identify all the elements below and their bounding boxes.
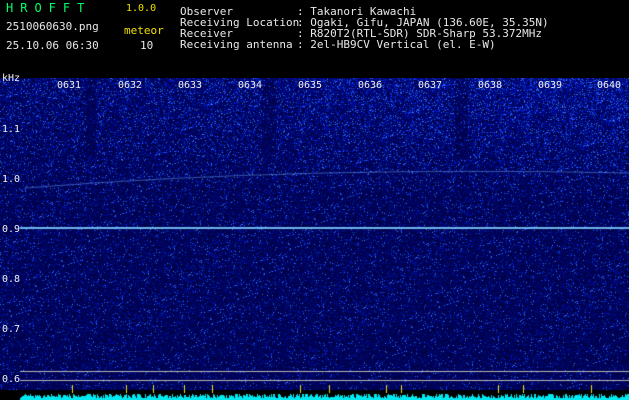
y-tick-label: 1.1 [2, 124, 21, 135]
header-panel: HROFFT 1.0.0 2510060630.png meteor 25.10… [0, 0, 629, 78]
x-tick-label: 0632 [118, 80, 143, 91]
spectrogram-canvas [0, 78, 629, 400]
antenna-label: Receiving antenna [180, 38, 293, 51]
x-tick-label: 0639 [538, 80, 563, 91]
app-name: HROFFT [6, 1, 92, 15]
x-tick-label: 0633 [178, 80, 203, 91]
y-tick-label: 1.0 [2, 174, 21, 185]
y-tick-label: 0.9 [2, 224, 21, 235]
x-tick-label: 0638 [478, 80, 503, 91]
y-tick-label: 0.8 [2, 274, 21, 285]
x-tick-label: 0635 [298, 80, 323, 91]
y-unit-label: kHz [2, 73, 21, 84]
x-tick-label: 0634 [238, 80, 263, 91]
app-version: 1.0.0 [126, 3, 157, 14]
y-tick-label: 0.6 [2, 374, 21, 385]
meteor-label: meteor [124, 24, 164, 37]
x-tick-label: 0636 [358, 80, 383, 91]
meteor-count: 10 [140, 39, 154, 52]
x-tick-label: 0631 [57, 80, 82, 91]
antenna-value: : 2el-HB9CV Vertical (el. E-W) [297, 38, 496, 51]
x-tick-label: 0637 [418, 80, 443, 91]
file-name: 2510060630.png [6, 20, 99, 33]
x-tick-label: 0640 [597, 80, 622, 91]
y-tick-label: 0.7 [2, 324, 21, 335]
date-time: 25.10.06 06:30 [6, 39, 99, 52]
